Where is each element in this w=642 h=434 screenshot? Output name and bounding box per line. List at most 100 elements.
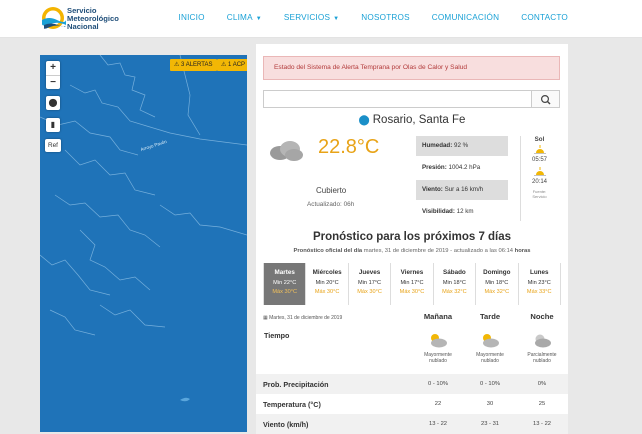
forecast-title: Pronóstico para los próximos 7 días: [312, 231, 512, 243]
sun-source-line-2: Servicio: [532, 194, 547, 199]
location-title: ⬤ Rosario, Santa Fe: [256, 114, 568, 126]
day-max: Máx 32°C: [484, 289, 510, 295]
temperature-label: Temperatura (°C): [263, 400, 321, 409]
sun-source: Fuente: Servicio: [521, 189, 558, 199]
alert-map[interactable]: + − ⬤ ▮ Ref ⚠ 3 ALERTAS ⚠ 1 ACP Arroyo P…: [40, 55, 247, 432]
weather-panel: Estado del Sistema de Alerta Temprana po…: [256, 44, 568, 434]
main-nav: INICIO CLIMA ▼ SERVICIOS ▼ NOSOTROS COMUNI…: [157, 13, 569, 22]
day-tab[interactable]: Domingo Min 18°C Máx 32°C: [475, 263, 517, 305]
period-desc: Mayormente nublado: [413, 352, 463, 364]
period-tarde: Tarde: [479, 312, 501, 321]
alerts-badge[interactable]: ⚠ 3 ALERTAS: [170, 59, 217, 71]
pressure-row: Presión: 1004.2 hPa: [416, 158, 508, 180]
wind-forecast-value: 13 - 22: [532, 421, 552, 427]
search-input[interactable]: [263, 90, 532, 108]
day-min: Min 20°C: [315, 280, 339, 286]
nav-inicio[interactable]: INICIO: [179, 13, 205, 22]
day-name: Jueves: [358, 269, 381, 276]
precip-value: 0 - 10%: [428, 381, 448, 387]
acp-badge-label: 1 ACP: [228, 62, 246, 68]
day-tab[interactable]: Jueves Min 17°C Máx 30°C: [347, 263, 390, 305]
nav-nosotros[interactable]: NOSOTROS: [361, 13, 409, 22]
humidity-value: 92 %: [454, 142, 469, 149]
cloud-icon: [270, 141, 303, 161]
day-tab[interactable]: Miércoles Min 20°C Máx 30°C: [305, 263, 347, 305]
sunrise-icon: [533, 145, 546, 154]
current-description: Cubierto: [316, 186, 347, 195]
day-max: Máx 30°C: [399, 289, 425, 295]
temperature-value: 30: [486, 401, 494, 407]
calendar-icon: ▦: [263, 315, 268, 321]
visibility-label: Visibilidad:: [422, 208, 455, 215]
sunset-icon: [533, 167, 546, 176]
nav-clima-label: CLIMA: [226, 13, 253, 22]
day-min: Min 23°C: [527, 280, 551, 286]
forecast-subtitle-mid: - actualizado a las: [450, 248, 497, 254]
forecast-subtitle-prefix: Pronóstico oficial del día: [293, 248, 363, 254]
zoom-out-button[interactable]: −: [46, 75, 60, 89]
wind-value: Sur a 16 km/h: [444, 186, 484, 193]
pressure-label: Presión:: [422, 164, 447, 171]
day-min: Min 22°C: [273, 280, 297, 286]
wind-forecast-row: Viento (km/h) 13 - 22 23 - 31 13 - 22: [256, 414, 568, 434]
nav-servicios[interactable]: SERVICIOS ▼: [284, 13, 339, 22]
nav-contacto-label: CONTACTO: [521, 13, 568, 22]
day-max: Máx 30°C: [314, 289, 340, 295]
day-name: Miércoles: [312, 269, 342, 276]
day-name: Viernes: [400, 269, 424, 276]
period-desc: Mayormente nublado: [465, 352, 515, 364]
tiempo-label: Tiempo: [264, 331, 290, 340]
sun-times: Sol 05:57 20:14 Fuente: Servicio: [520, 136, 558, 221]
nav-servicios-label: SERVICIOS: [283, 13, 331, 22]
partly-cloudy-icon: [413, 332, 463, 353]
humidity-label: Humedad:: [422, 142, 453, 149]
day-tab[interactable]: Viernes Min 17°C Máx 30°C: [390, 263, 432, 305]
wind-forecast-label: Viento (km/h): [263, 420, 309, 429]
detail-date: ▦ Martes, 31 de diciembre de 2019: [263, 315, 342, 321]
location-pin-icon[interactable]: ⬤: [46, 96, 60, 110]
day-min: Min 17°C: [358, 280, 382, 286]
thermometer-icon[interactable]: ▮: [46, 118, 60, 132]
acp-badge[interactable]: ⚠ 1 ACP: [217, 59, 247, 71]
wind-label: Viento:: [422, 186, 443, 193]
nav-comunicacion[interactable]: COMUNICACIÓN: [432, 13, 499, 22]
sun-title: Sol: [534, 136, 545, 143]
ref-button[interactable]: Ref: [45, 139, 61, 152]
period-desc-line-2: nublado: [429, 358, 447, 364]
site-header: Servicio Meteorológico Nacional INICIO C…: [0, 0, 642, 38]
pressure-value: 1004.2 hPa: [448, 164, 481, 171]
alerts-badge-label: 3 ALERTAS: [181, 62, 213, 68]
day-max: Máx 32°C: [442, 289, 467, 295]
day-max: Máx 30°C: [357, 289, 382, 295]
precip-row: Prob. Precipitación 0 - 10% 0 - 10% 0%: [256, 374, 568, 394]
day-min: Min 18°C: [485, 280, 509, 286]
search-icon: [541, 94, 551, 105]
precip-value: 0%: [537, 381, 547, 387]
day-name: Lunes: [529, 269, 549, 276]
period-manana: Mañana: [423, 312, 453, 321]
day-name: Domingo: [483, 269, 511, 276]
sunset-time: 20:14: [531, 179, 547, 185]
wind-forecast-value: 13 - 22: [428, 421, 448, 427]
logo[interactable]: Servicio Meteorológico Nacional: [41, 5, 141, 33]
day-tab[interactable]: Sábado Min 18°C Máx 32°C: [432, 263, 475, 305]
day-max: Máx 33°C: [526, 289, 552, 295]
logo-text: Servicio Meteorológico Nacional: [67, 7, 119, 31]
nav-clima[interactable]: CLIMA ▼: [227, 13, 262, 22]
day-name: Sábado: [443, 269, 466, 276]
temperature-row: Temperatura (°C) 22 30 25: [256, 394, 568, 414]
day-tab[interactable]: Martes Min 22°C Máx 30°C: [263, 263, 306, 305]
night-partly-cloudy-icon: [517, 332, 567, 353]
day-tab[interactable]: Lunes Min 23°C Máx 33°C: [517, 263, 560, 305]
nav-contacto[interactable]: CONTACTO: [521, 13, 568, 22]
heat-alert-status[interactable]: Estado del Sistema de Alerta Temprana po…: [263, 56, 560, 80]
forecast-subtitle-suffix: horas: [514, 248, 531, 254]
partly-cloudy-icon: [465, 332, 515, 353]
day-name: Martes: [274, 269, 295, 276]
logo-icon: [42, 7, 66, 29]
current-stats: Humedad: 92 % Presión: 1004.2 hPa Viento…: [416, 136, 508, 224]
humidity-row: Humedad: 92 %: [416, 136, 508, 158]
search-button[interactable]: [532, 90, 560, 108]
precip-label: Prob. Precipitación: [263, 380, 329, 389]
zoom-in-button[interactable]: +: [46, 61, 60, 75]
